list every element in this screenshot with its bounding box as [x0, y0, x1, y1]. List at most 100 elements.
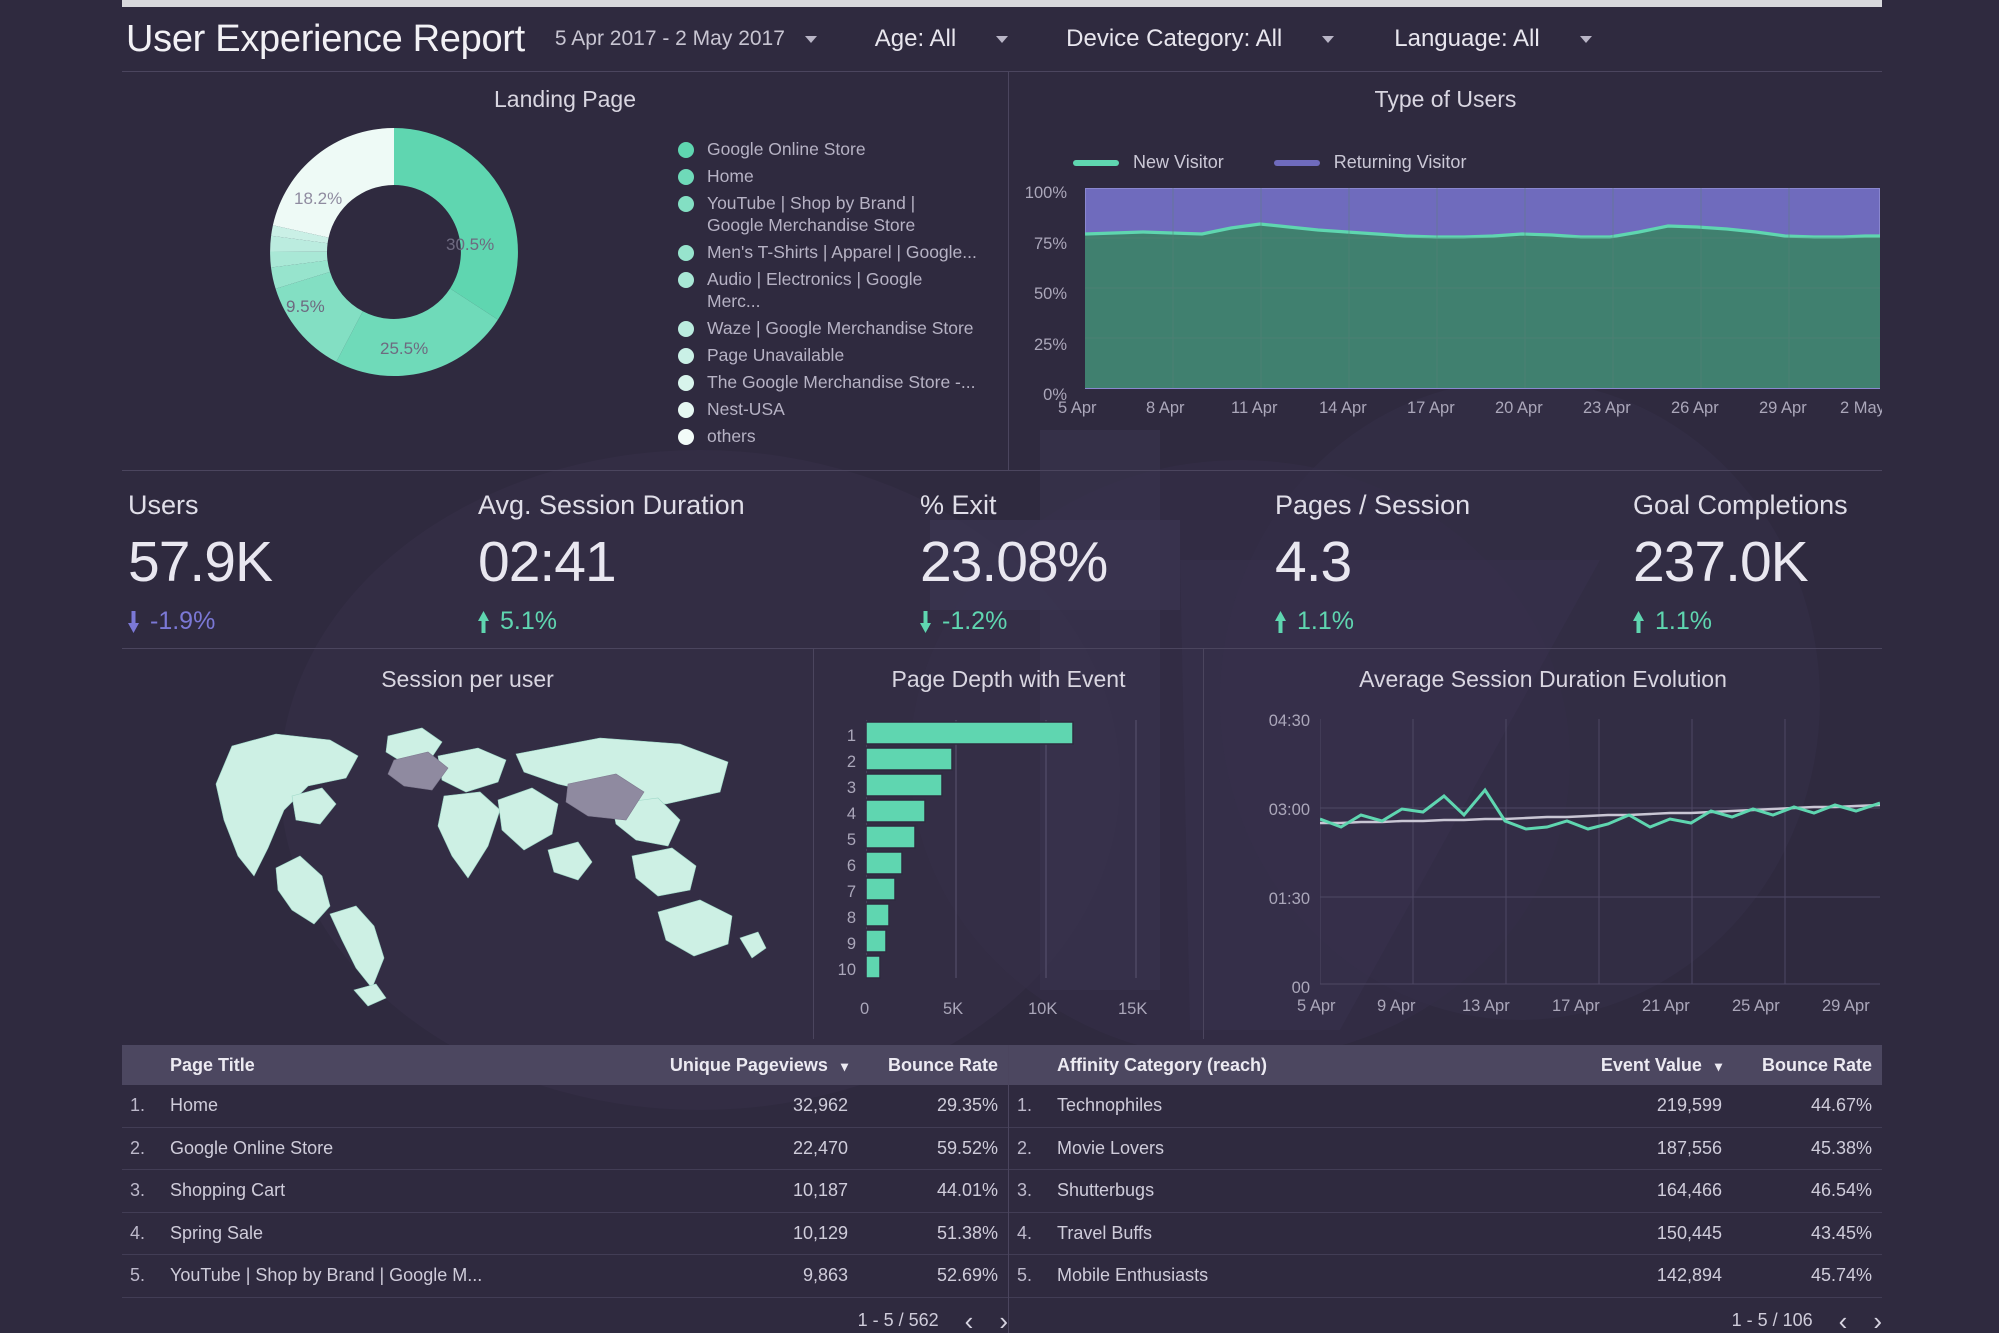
filter-age[interactable]: Age: All: [874, 25, 1009, 53]
pagination-next-button[interactable]: ›: [1873, 1308, 1882, 1333]
legend-item[interactable]: Google Online Store: [678, 138, 978, 160]
column-header-bounce-rate[interactable]: Bounce Rate: [848, 1055, 1008, 1076]
y-axis-tick: 9: [846, 935, 856, 953]
kpi-value: 02:41: [478, 530, 617, 594]
legend-item[interactable]: The Google Merchandise Store -...: [678, 371, 978, 393]
table-row[interactable]: 4. Spring Sale 10,129 51.38%: [122, 1213, 1008, 1255]
pagination-range: 1 - 5 / 562: [857, 1310, 939, 1330]
y-axis-tick: 5: [846, 831, 856, 849]
svg-text:25.5%: 25.5%: [380, 339, 428, 358]
table-row[interactable]: 5. YouTube | Shop by Brand | Google M...…: [122, 1255, 1008, 1298]
cell-unique-pageviews: 32,962: [792, 1095, 848, 1116]
row-index: 3.: [1017, 1180, 1033, 1201]
cell-bounce-rate: 52.69%: [936, 1265, 998, 1286]
legend-item[interactable]: Page Unavailable: [678, 344, 978, 366]
pagination-prev-button[interactable]: ‹: [965, 1308, 974, 1333]
type-of-users-area-chart[interactable]: [1085, 188, 1880, 393]
page-depth-bar-chart[interactable]: [866, 720, 1186, 995]
table-row[interactable]: 4. Travel Buffs 150,445 43.45%: [1009, 1213, 1882, 1255]
legend-label: Waze | Google Merchandise Store: [707, 318, 974, 338]
table-row[interactable]: 5. Mobile Enthusiasts 142,894 45.74%: [1009, 1255, 1882, 1298]
filter-device-category[interactable]: Device Category: All: [1066, 25, 1335, 53]
legend-color-swatch: [678, 245, 694, 261]
y-axis-tick: 2: [846, 753, 856, 771]
legend-label: Audio | Electronics | Google Merc...: [707, 269, 923, 311]
cell-event-value: 164,466: [1656, 1180, 1722, 1201]
column-header-page-title[interactable]: Page Title: [170, 1055, 618, 1076]
filter-age-label: Age: All: [874, 25, 957, 52]
x-axis-tick: 17 Apr: [1407, 399, 1455, 417]
kpi-label: Users: [128, 490, 199, 520]
cell-event-value: 187,556: [1656, 1137, 1722, 1158]
legend-item[interactable]: Men's T-Shirts | Apparel | Google...: [678, 241, 978, 263]
legend-item[interactable]: Nest-USA: [678, 398, 978, 420]
column-header-affinity-category[interactable]: Affinity Category (reach): [1057, 1055, 1492, 1076]
kpi-delta: -1.9%: [128, 607, 272, 636]
kpi-percent-exit[interactable]: % Exit 23.08% -1.2%: [920, 490, 1108, 636]
x-axis-tick: 25 Apr: [1732, 997, 1780, 1015]
pagination-next-button[interactable]: ›: [999, 1308, 1008, 1333]
date-range-picker[interactable]: 5 Apr 2017 - 2 May 2017: [555, 27, 817, 51]
table-row[interactable]: 2. Google Online Store 22,470 59.52%: [122, 1128, 1008, 1170]
legend-item[interactable]: YouTube | Shop by Brand | Google Merchan…: [678, 192, 978, 236]
legend-color-swatch: [678, 272, 694, 288]
pagination-prev-button[interactable]: ‹: [1839, 1308, 1848, 1333]
table-row[interactable]: 2. Movie Lovers 187,556 45.38%: [1009, 1128, 1882, 1170]
legend-item[interactable]: Audio | Electronics | Google Merc...: [678, 268, 978, 312]
arrow-down-icon: [920, 610, 931, 633]
report-header: User Experience Report 5 Apr 2017 - 2 Ma…: [122, 7, 1882, 71]
divider: [813, 649, 814, 1039]
cell-bounce-rate: 45.38%: [1810, 1137, 1872, 1158]
session-per-user-map[interactable]: [180, 700, 780, 1020]
kpi-goal-completions[interactable]: Goal Completions 237.0K 1.1%: [1633, 490, 1848, 636]
column-header-event-value[interactable]: Event Value ▾: [1492, 1055, 1722, 1076]
legend-item[interactable]: Waze | Google Merchandise Store: [678, 317, 978, 339]
kpi-delta: -1.2%: [920, 607, 1107, 636]
legend-color-swatch: [678, 142, 694, 158]
kpi-avg-session-duration[interactable]: Avg. Session Duration 02:41 5.1%: [478, 490, 745, 636]
chevron-down-icon: [804, 35, 817, 43]
table-row[interactable]: 1. Home 32,962 29.35%: [122, 1085, 1008, 1128]
x-axis-tick: 17 Apr: [1552, 997, 1600, 1015]
y-axis-tick: 7: [846, 883, 856, 901]
x-axis-tick: 26 Apr: [1671, 399, 1719, 417]
x-axis-tick: 15K: [1118, 1000, 1148, 1018]
filter-language[interactable]: Language: All: [1394, 25, 1592, 53]
cell-bounce-rate: 46.54%: [1810, 1180, 1872, 1201]
chevron-down-icon: [996, 35, 1009, 43]
cell-page-title: Spring Sale: [170, 1222, 264, 1243]
svg-text:30.5%: 30.5%: [446, 235, 494, 254]
divider: [122, 71, 1882, 72]
y-axis-tick: 10: [837, 961, 856, 979]
cell-event-value: 219,599: [1656, 1095, 1722, 1116]
table-row[interactable]: 1. Technophiles 219,599 44.67%: [1009, 1085, 1882, 1128]
table-row[interactable]: 3. Shutterbugs 164,466 46.54%: [1009, 1170, 1882, 1213]
date-range-label: 5 Apr 2017 - 2 May 2017: [554, 27, 785, 50]
cell-event-value: 150,445: [1656, 1222, 1722, 1243]
row-index: 4.: [1017, 1222, 1033, 1243]
divider: [1203, 649, 1204, 1039]
column-header-bounce-rate[interactable]: Bounce Rate: [1722, 1055, 1882, 1076]
x-axis-tick: 9 Apr: [1377, 997, 1416, 1015]
x-axis-tick: 13 Apr: [1462, 997, 1510, 1015]
column-header-unique-pageviews[interactable]: Unique Pageviews ▾: [618, 1055, 848, 1076]
arrow-up-icon: [1275, 610, 1286, 633]
legend-label: Home: [707, 166, 754, 186]
row-index: 5.: [130, 1265, 146, 1286]
y-axis-tick: 03:00: [1268, 801, 1310, 819]
x-axis-tick: 5 Apr: [1058, 399, 1097, 417]
cell-unique-pageviews: 22,470: [792, 1137, 848, 1158]
kpi-pages-per-session[interactable]: Pages / Session 4.3 1.1%: [1275, 490, 1470, 636]
kpi-label: Pages / Session: [1275, 490, 1471, 520]
table-row[interactable]: 3. Shopping Cart 10,187 44.01%: [122, 1170, 1008, 1213]
avg-session-duration-line-chart[interactable]: [1320, 719, 1880, 989]
y-axis-tick: 00: [1291, 979, 1310, 997]
landing-page-donut-chart[interactable]: 30.5% 25.5% 18.2% 9.5%: [228, 118, 560, 386]
left-gutter: [0, 0, 122, 1333]
y-axis-tick: 1: [846, 727, 856, 745]
x-axis-tick: 5 Apr: [1297, 997, 1336, 1015]
legend-color-swatch: [678, 375, 694, 391]
kpi-users[interactable]: Users 57.9K -1.9%: [128, 490, 273, 636]
legend-item[interactable]: Home: [678, 165, 978, 187]
legend-item[interactable]: others: [678, 425, 978, 447]
